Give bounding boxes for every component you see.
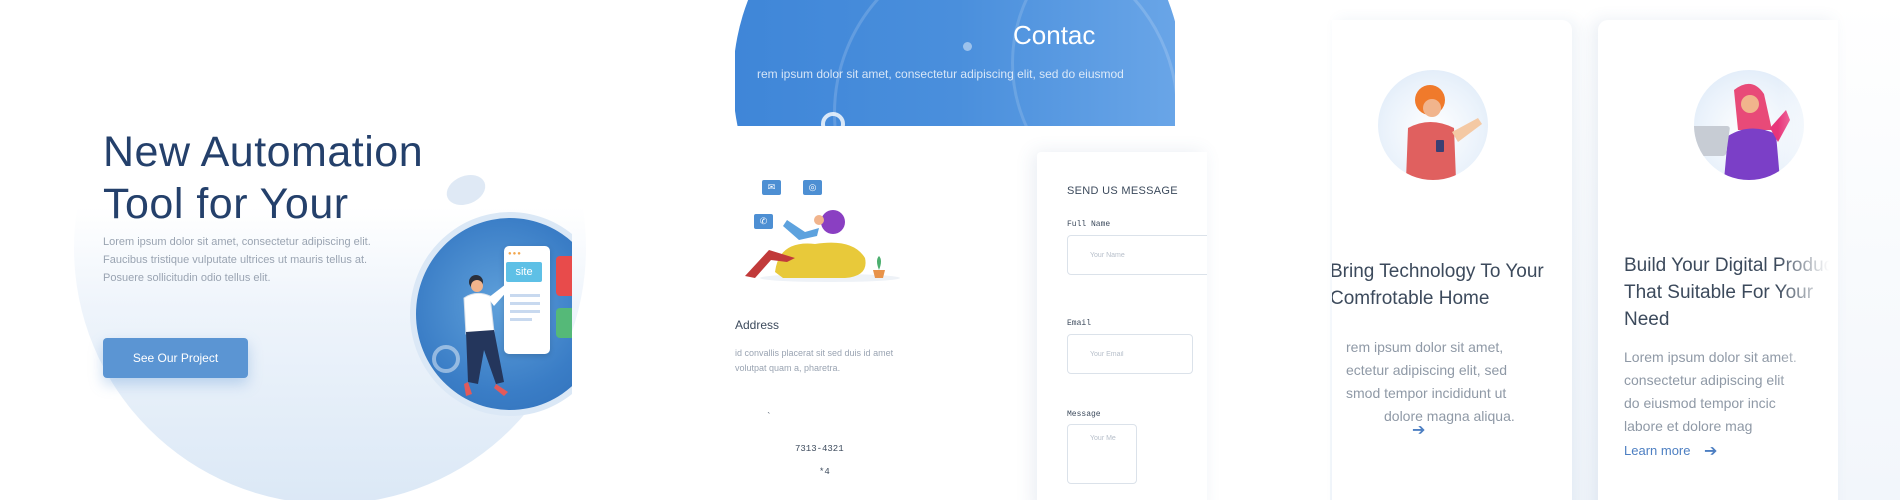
contact-subtitle: rem ipsum dolor sit amet, consectetur ad… [757, 67, 1124, 81]
hero-title-line-1: New Automation [103, 128, 424, 176]
contact-header-banner: Contac rem ipsum dolor sit amet, consect… [735, 0, 1175, 126]
arrow-right-icon[interactable]: ➔ [1412, 420, 1425, 440]
person-figure-icon [463, 275, 510, 396]
card-text-line: rem ipsum dolor sit amet, [1346, 339, 1504, 355]
stray-mark: ` [766, 412, 772, 422]
card-text-line: consectetur adipiscing elit [1624, 372, 1785, 388]
decorative-arc [1011, 0, 1175, 126]
window-dots-icon: ●●● [508, 251, 522, 257]
person-with-phone-icon [1378, 70, 1488, 180]
email-label: Email [1067, 319, 1092, 328]
red-card-shape [556, 256, 572, 296]
message-textarea[interactable] [1067, 424, 1137, 484]
arrow-right-icon[interactable]: ➔ [1704, 441, 1717, 461]
message-label: Message [1067, 410, 1101, 419]
card-text-line: smod tempor incididunt ut [1346, 385, 1507, 401]
card-description: rem ipsum dolor sit amet, ectetur adipis… [1346, 336, 1515, 428]
full-name-label: Full Name [1067, 220, 1111, 229]
mail-icon: ✉ [762, 180, 781, 195]
service-card-technology: Bring Technology To Your Comfrotable Hom… [1332, 20, 1572, 500]
card-text-line: do eiusmod tempor incic [1624, 395, 1776, 411]
hero-description: Lorem ipsum dolor sit amet, consectetur … [103, 236, 371, 284]
see-our-project-button[interactable]: See Our Project [103, 338, 248, 378]
hero-section: New Automation Tool for Your Lorem ipsum… [0, 0, 600, 500]
card-title-line: Bring Technology To Your [1332, 261, 1544, 282]
contact-section: Contac rem ipsum dolor sit amet, consect… [735, 0, 1265, 500]
screenshot-canvas: New Automation Tool for Your Lorem ipsum… [0, 0, 1900, 500]
decorative-dot [963, 42, 972, 51]
card-edge-fade [1778, 20, 1838, 500]
learn-more-link[interactable]: Learn more [1624, 443, 1690, 458]
person-illustration [1406, 85, 1482, 180]
card-text-line: labore et dolore mag [1624, 418, 1753, 434]
contact-form-card: SEND US MESSAGE Full Name Email Message [1037, 152, 1207, 500]
globe-icon: ◎ [803, 180, 822, 195]
full-name-input[interactable] [1067, 235, 1207, 275]
address-heading: Address [735, 318, 780, 332]
hero-illustration: ●●● site [410, 212, 572, 418]
card-text-line: Lorem ipsum dolor sit amet. [1624, 349, 1797, 365]
contact-title: Contac [1013, 20, 1096, 50]
green-card-shape [556, 308, 572, 338]
phone-number-partial: 7313-4321 [795, 444, 844, 454]
service-card-digital-product: Build Your Digital Product That Suitable… [1598, 20, 1838, 500]
card-title: Bring Technology To Your Comfrotable Hom… [1332, 258, 1544, 312]
hero-title: New Automation Tool for Your [103, 126, 423, 230]
address-text: id convallis placerat sit sed duis id am… [735, 348, 894, 373]
hero-title-line-2: Tool for Your [103, 180, 349, 228]
card-text-line: dolore magna aliqua. [1384, 408, 1515, 424]
card-description: Lorem ipsum dolor sit amet. consectetur … [1624, 346, 1797, 438]
contact-illustration: ✉ ◎ ✆ [735, 170, 905, 285]
card-title-line: Comfrotable Home [1332, 288, 1490, 309]
form-heading: SEND US MESSAGE [1067, 185, 1178, 197]
email-input[interactable] [1067, 334, 1193, 374]
card-text-line: ectetur adipiscing elit, sed [1346, 362, 1508, 378]
person-on-beanbag-icon [745, 210, 900, 282]
phone-number-partial-2: *4 [819, 467, 830, 477]
